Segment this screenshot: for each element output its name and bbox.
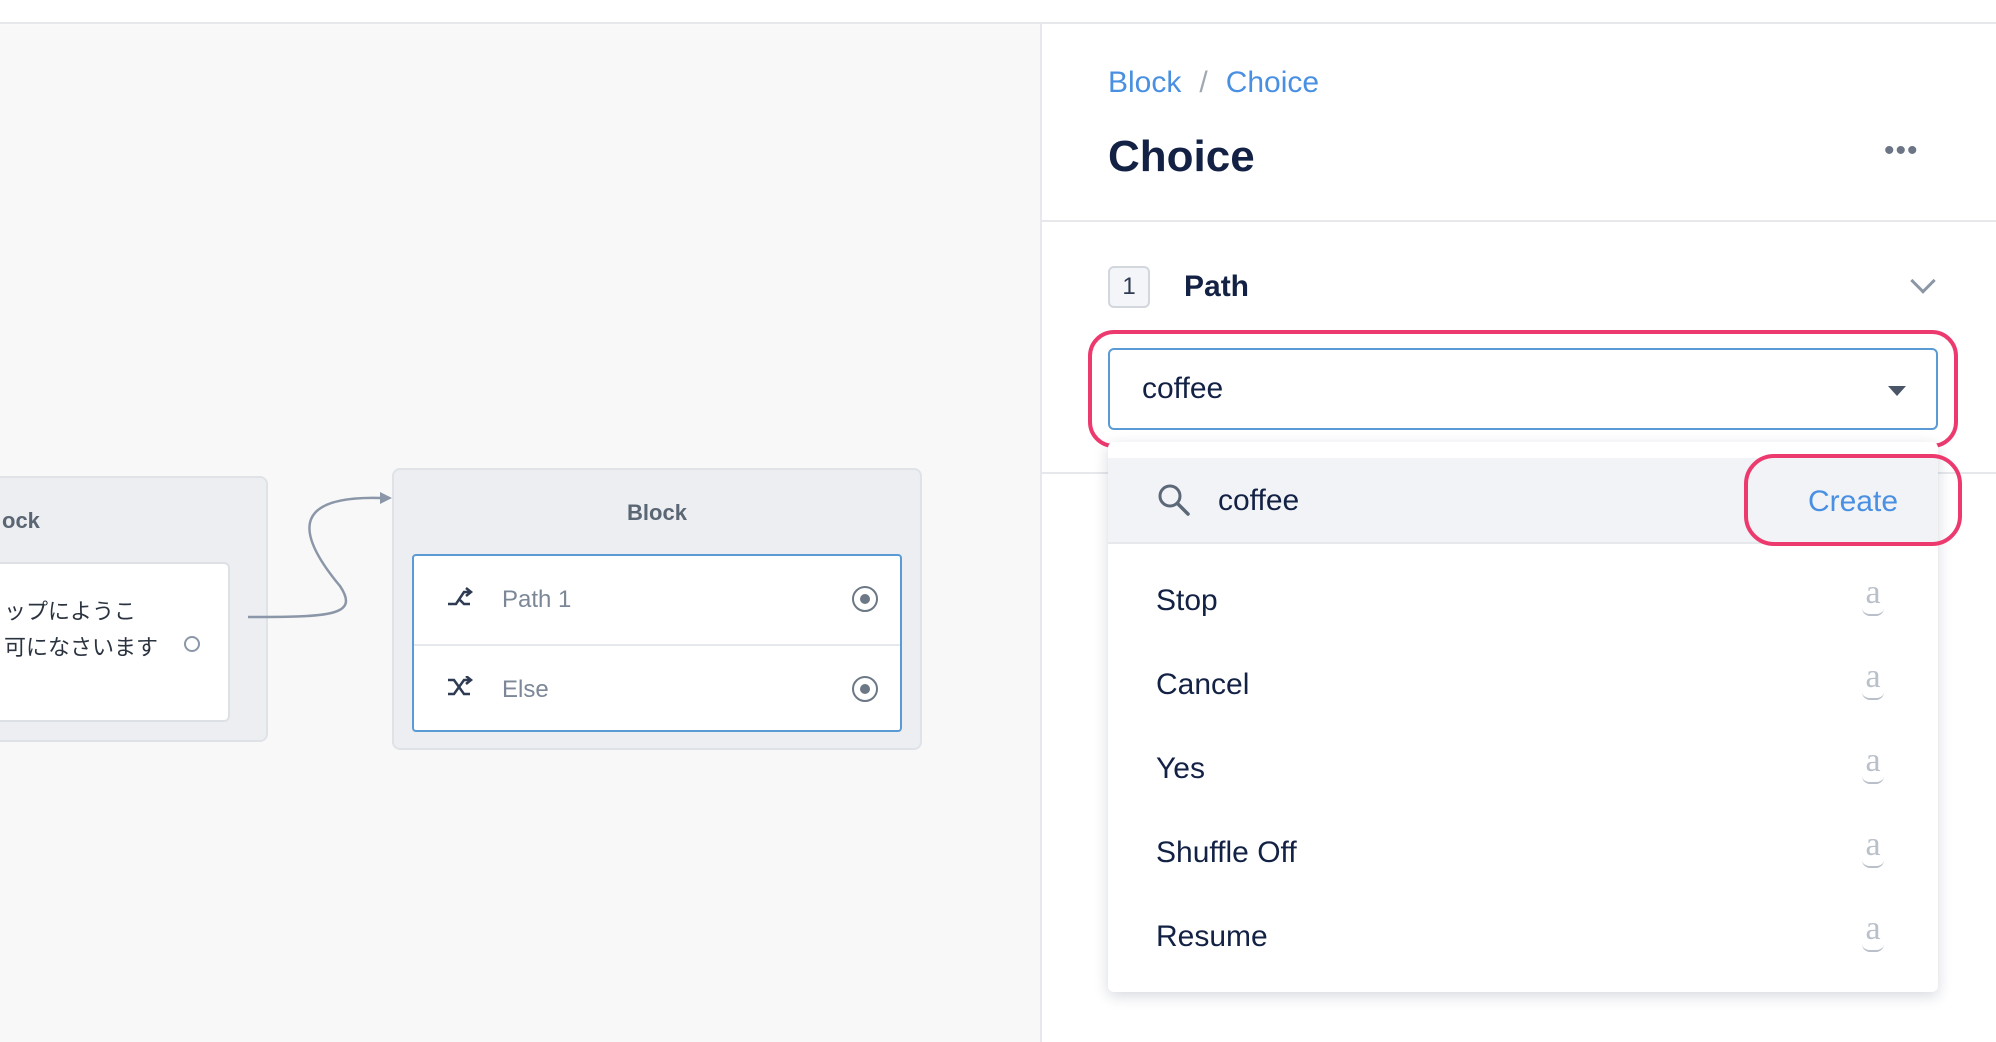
shuffle-icon (446, 586, 474, 615)
shuffle-crossed-icon (446, 675, 474, 705)
path-list: Path 1 Else (412, 554, 902, 732)
top-bar (0, 0, 1996, 24)
dropdown-option-resume[interactable]: Resume a (1108, 896, 1938, 980)
intent-dropdown: Create Stop a Cancel a Yes a Shuffle Off… (1108, 442, 1938, 992)
page-title: Choice (1108, 132, 1255, 181)
breadcrumb-separator: / (1199, 66, 1208, 99)
option-label: Cancel (1156, 668, 1250, 701)
path-row-1[interactable]: Path 1 (414, 556, 900, 644)
dropdown-option-cancel[interactable]: Cancel a (1108, 644, 1938, 728)
dropdown-option-yes[interactable]: Yes a (1108, 728, 1938, 812)
more-options-button[interactable]: ••• (1884, 136, 1919, 166)
output-port[interactable] (852, 586, 878, 612)
path-label: Path 1 (502, 586, 572, 613)
option-label: Shuffle Off (1156, 836, 1297, 869)
amazon-icon: a (1856, 826, 1890, 872)
amazon-icon: a (1856, 574, 1890, 620)
flow-canvas[interactable]: ock ップにようこ 可になさいます Block Path 1 Else (0, 26, 1040, 1042)
dropdown-option-stop[interactable]: Stop a (1108, 560, 1938, 644)
path-number-badge: 1 (1108, 266, 1150, 308)
choice-block[interactable]: Block Path 1 Else (392, 468, 922, 750)
option-label: Stop (1156, 584, 1218, 617)
option-label: Yes (1156, 752, 1205, 785)
option-label: Resume (1156, 920, 1268, 953)
breadcrumb: Block / Choice (1108, 66, 1319, 100)
block-title: Block (627, 500, 687, 525)
dropdown-search-row: Create (1108, 458, 1938, 544)
divider (1042, 220, 1996, 222)
dropdown-option-shuffle-off[interactable]: Shuffle Off a (1108, 812, 1938, 896)
caret-down-icon (1888, 386, 1906, 396)
amazon-icon: a (1856, 658, 1890, 704)
breadcrumb-current[interactable]: Choice (1226, 66, 1319, 99)
path-label: Else (502, 676, 549, 703)
path-title: Path (1184, 270, 1250, 303)
breadcrumb-block-link[interactable]: Block (1108, 66, 1181, 99)
amazon-icon: a (1856, 742, 1890, 788)
create-intent-button[interactable]: Create (1788, 478, 1918, 526)
selected-intent: coffee (1142, 372, 1224, 405)
chevron-down-icon[interactable] (1910, 268, 1936, 294)
amazon-icon: a (1856, 910, 1890, 956)
intent-select[interactable]: coffee (1108, 348, 1938, 430)
search-icon (1156, 482, 1192, 523)
editor-panel: Block / Choice Choice ••• 1 Path coffee Cr… (1040, 24, 1996, 1042)
path-row-else[interactable]: Else (414, 644, 900, 732)
output-port[interactable] (852, 676, 878, 702)
dropdown-search-input[interactable] (1218, 478, 1698, 524)
